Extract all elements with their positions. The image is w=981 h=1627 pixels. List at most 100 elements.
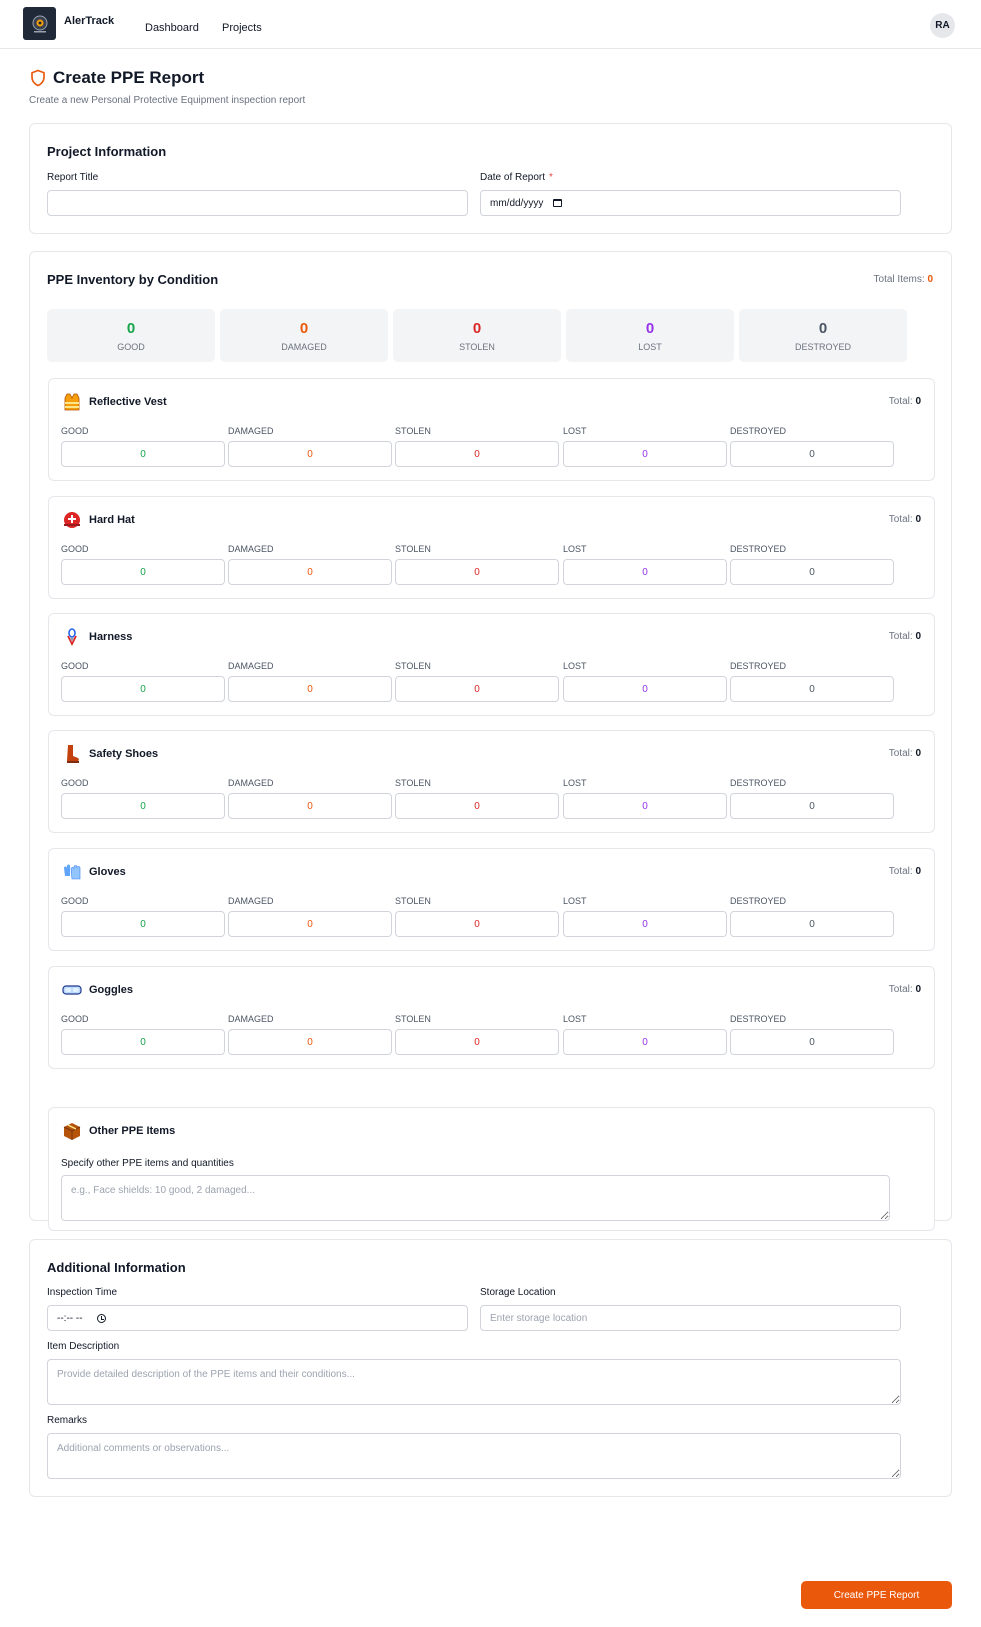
lost-count-input[interactable] [563, 441, 727, 467]
stolen-count-input[interactable] [395, 793, 559, 819]
stolen-count-input[interactable] [395, 911, 559, 937]
condition-label-stolen: STOLEN [395, 778, 431, 788]
damaged-count-input[interactable] [228, 911, 392, 937]
section-title-additional-information: Additional Information [47, 1260, 186, 1275]
stolen-count-input[interactable] [395, 676, 559, 702]
item-description-textarea[interactable] [47, 1359, 901, 1405]
item-total: Total: 0 [889, 631, 921, 642]
condition-label-damaged: DAMAGED [228, 661, 274, 671]
condition-label-damaged: DAMAGED [228, 1014, 274, 1024]
lost-count-input[interactable] [563, 559, 727, 585]
condition-label-destroyed: DESTROYED [730, 661, 787, 671]
stat-tile-destroyed: 0 DESTROYED [739, 309, 907, 362]
damaged-count-input[interactable] [228, 441, 392, 467]
condition-label-damaged: DAMAGED [228, 778, 274, 788]
inspection-time-input[interactable]: --:-- -- [47, 1305, 468, 1331]
stat-stolen-label: STOLEN [459, 342, 495, 352]
condition-label-damaged: DAMAGED [228, 544, 274, 554]
condition-label-lost: LOST [563, 778, 587, 788]
condition-label-stolen: STOLEN [395, 426, 431, 436]
damaged-count-input[interactable] [228, 1029, 392, 1055]
nav-link-projects[interactable]: Projects [222, 22, 262, 34]
stat-stolen-value: 0 [472, 320, 482, 337]
page-title: Create PPE Report [53, 68, 205, 87]
condition-label-destroyed: DESTROYED [730, 544, 787, 554]
ppe-item-gloves: Gloves Total: 0 GOOD DAMAGED STOLEN LOST… [48, 848, 935, 951]
create-ppe-report-button[interactable]: Create PPE Report [801, 1581, 952, 1609]
good-count-input[interactable] [61, 793, 225, 819]
item-total: Total: 0 [889, 514, 921, 525]
damaged-count-input[interactable] [228, 793, 392, 819]
shield-icon [31, 69, 45, 87]
item-total-value: 0 [915, 631, 921, 642]
gloves-icon [62, 862, 82, 882]
lost-count-input[interactable] [563, 911, 727, 937]
destroyed-count-input[interactable] [730, 676, 894, 702]
stat-damaged-label: DAMAGED [281, 342, 327, 352]
stat-destroyed-label: DESTROYED [794, 342, 851, 352]
item-total-label: Total: [888, 984, 913, 995]
destroyed-count-input[interactable] [730, 559, 894, 585]
stat-tile-damaged: 0 DAMAGED [220, 309, 388, 362]
good-count-input[interactable] [61, 559, 225, 585]
good-count-input[interactable] [61, 676, 225, 702]
date-placeholder: mm/dd/yyyy [490, 197, 544, 209]
project-information-card: Project Information Report Title Date of… [29, 123, 952, 234]
damaged-count-input[interactable] [228, 676, 392, 702]
lost-count-input[interactable] [563, 1029, 727, 1055]
app-logo[interactable] [23, 7, 56, 40]
stat-lost-label: LOST [638, 342, 662, 352]
destroyed-count-input[interactable] [730, 441, 894, 467]
destroyed-count-input[interactable] [730, 793, 894, 819]
report-title-input[interactable] [47, 190, 468, 216]
nav-link-dashboard[interactable]: Dashboard [145, 22, 199, 34]
date-of-report-input[interactable]: mm/dd/yyyy [480, 190, 901, 216]
item-total-label: Total: [888, 866, 913, 877]
condition-label-stolen: STOLEN [395, 896, 431, 906]
inspection-time-label: Inspection Time [47, 1287, 118, 1298]
item-name: Hard Hat [89, 514, 135, 526]
stolen-count-input[interactable] [395, 559, 559, 585]
condition-label-lost: LOST [563, 661, 587, 671]
stat-lost-value: 0 [645, 320, 655, 337]
additional-information-card: Additional Information Inspection Time -… [29, 1239, 952, 1497]
item-name: Harness [89, 631, 133, 643]
damaged-count-input[interactable] [228, 559, 392, 585]
ppe-item-harness: Harness Total: 0 GOOD DAMAGED STOLEN LOS… [48, 613, 935, 716]
item-total: Total: 0 [889, 984, 921, 995]
stat-tile-lost: 0 LOST [566, 309, 734, 362]
lost-count-input[interactable] [563, 793, 727, 819]
item-total: Total: 0 [889, 748, 921, 759]
lost-count-input[interactable] [563, 676, 727, 702]
storage-location-input[interactable] [480, 1305, 901, 1331]
clock-icon[interactable] [96, 1313, 106, 1323]
ppe-item-reflective-vest: Reflective Vest Total: 0 GOOD DAMAGED ST… [48, 378, 935, 481]
condition-label-stolen: STOLEN [395, 1014, 431, 1024]
other-ppe-items-block: Other PPE Items Specify other PPE items … [48, 1107, 935, 1231]
stat-damaged-value: 0 [299, 320, 309, 337]
item-name: Gloves [89, 866, 126, 878]
item-total-value: 0 [915, 984, 921, 995]
calendar-icon[interactable] [553, 199, 563, 207]
condition-label-lost: LOST [563, 1014, 587, 1024]
condition-label-good: GOOD [61, 426, 89, 436]
remarks-label: Remarks [47, 1415, 88, 1426]
report-title-label: Report Title [47, 172, 99, 183]
item-total-value: 0 [915, 748, 921, 759]
good-count-input[interactable] [61, 441, 225, 467]
remarks-textarea[interactable] [47, 1433, 901, 1479]
stolen-count-input[interactable] [395, 441, 559, 467]
required-marker: * [549, 172, 553, 183]
stolen-count-input[interactable] [395, 1029, 559, 1055]
other-ppe-textarea[interactable] [61, 1175, 890, 1221]
ppe-inventory-card: PPE Inventory by Condition Total Items: … [29, 251, 952, 1231]
destroyed-count-input[interactable] [730, 911, 894, 937]
good-count-input[interactable] [61, 911, 225, 937]
other-ppe-label: Specify other PPE items and quantities [61, 1158, 234, 1169]
stat-tile-good: 0 GOOD [47, 309, 215, 362]
destroyed-count-input[interactable] [730, 1029, 894, 1055]
good-count-input[interactable] [61, 1029, 225, 1055]
total-items-label: Total Items: [873, 274, 925, 285]
item-name: Reflective Vest [89, 396, 167, 408]
user-avatar[interactable]: RA [930, 13, 955, 38]
